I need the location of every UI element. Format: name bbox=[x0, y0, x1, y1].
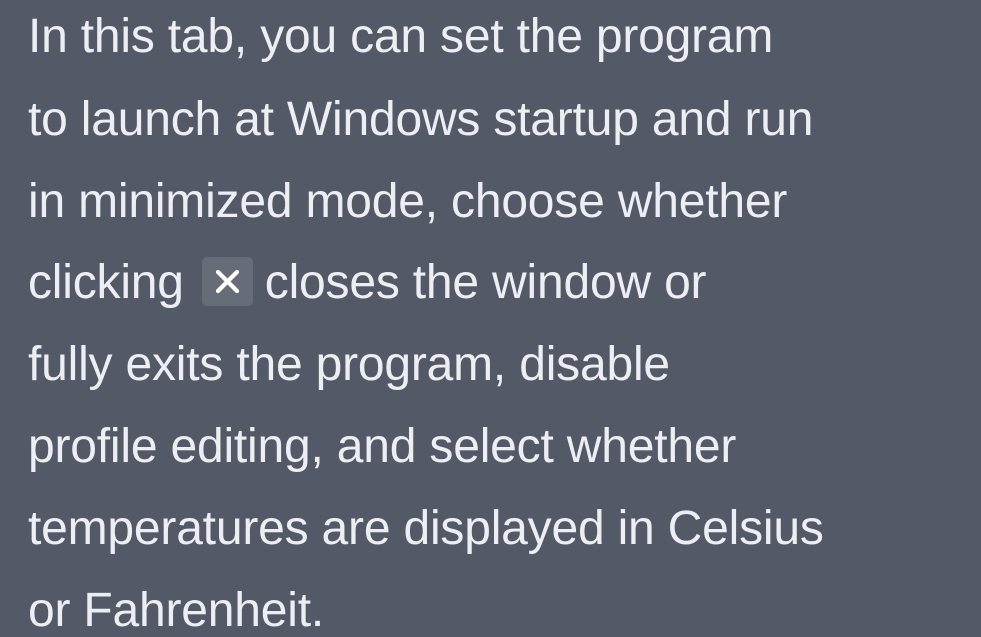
tooltip-text-line-2: to launch at Windows startup and run bbox=[28, 93, 814, 146]
tooltip-text-line-4-start: clicking bbox=[28, 256, 184, 309]
tooltip-text-line-1: In this tab, you can set the program bbox=[28, 10, 774, 63]
tooltip-text-line-7: temperatures are displayed in Celsius bbox=[28, 502, 824, 555]
tooltip-text-line-4: clicking closes the window or bbox=[28, 256, 707, 310]
tooltip-text-line-3: in minimized mode, choose whether bbox=[28, 175, 788, 228]
tooltip-text-line-8: or Fahrenheit. bbox=[28, 584, 325, 637]
close-x-icon bbox=[201, 256, 253, 306]
help-tooltip: In this tab, you can set the program to … bbox=[28, 0, 978, 635]
tooltip-text-line-6: profile editing, and select whether bbox=[28, 420, 737, 473]
tooltip-text-line-5: fully exits the program, disable bbox=[28, 338, 670, 391]
tooltip-text-line-4-end: closes the window or bbox=[264, 256, 707, 309]
